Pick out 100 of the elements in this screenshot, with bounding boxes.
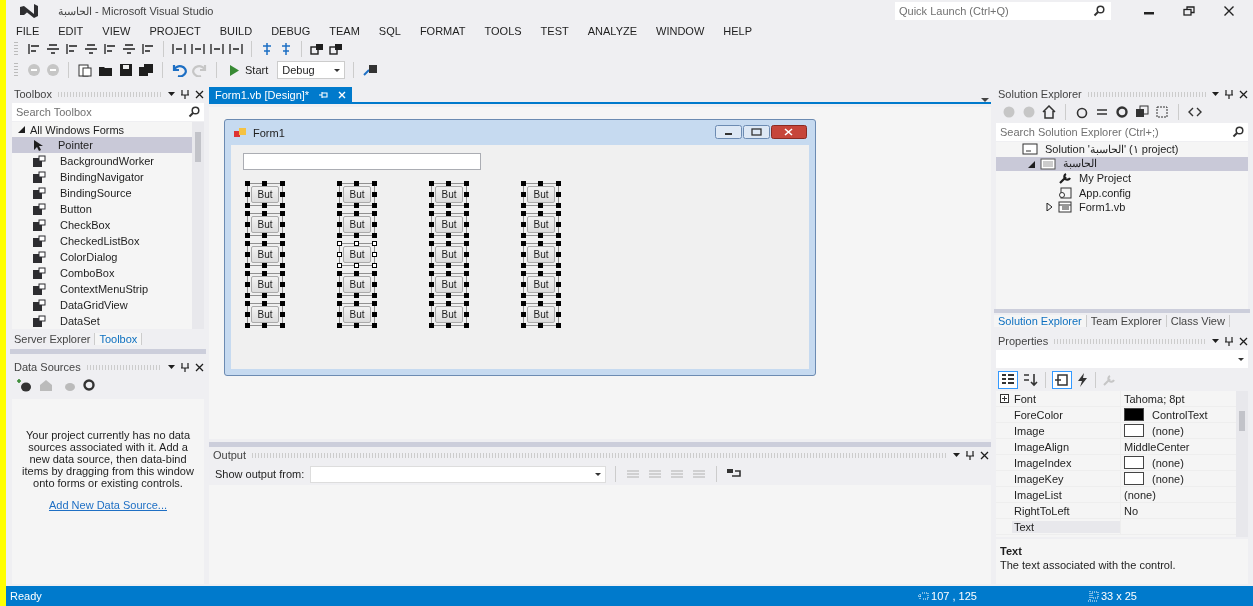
toolbox-item[interactable]: DataGridView	[12, 297, 192, 313]
tree-item[interactable]: My Project	[996, 171, 1248, 186]
property-name[interactable]: ImageAlign	[1012, 440, 1120, 453]
form-button[interactable]: But	[343, 276, 371, 293]
selection-handles[interactable]	[429, 241, 469, 268]
toolbox-item[interactable]: BindingSource	[12, 185, 192, 201]
close-icon[interactable]	[1223, 6, 1235, 16]
spacing-icon[interactable]	[172, 43, 186, 55]
center-icon[interactable]	[279, 43, 293, 55]
selection-handles[interactable]	[429, 211, 469, 238]
form-button[interactable]: But	[251, 276, 279, 293]
property-name[interactable]: ForeColor	[1012, 408, 1120, 421]
menu-item[interactable]: TOOLS	[484, 25, 532, 37]
form-button[interactable]: But	[527, 186, 555, 203]
configuration-dropdown[interactable]: Debug	[277, 61, 346, 79]
spacing-icon[interactable]	[210, 43, 224, 55]
layer-icon[interactable]	[310, 43, 324, 55]
menu-item[interactable]: TEAM	[329, 25, 370, 37]
panel-tab[interactable]: Toolbox	[95, 333, 143, 345]
form-button[interactable]: But	[435, 186, 463, 203]
menu-item[interactable]: PROJECT	[149, 25, 211, 37]
properties-icon[interactable]	[1052, 371, 1072, 389]
toolbox-group[interactable]: All Windows Forms	[30, 123, 125, 136]
expander-icon[interactable]	[1028, 159, 1035, 168]
toolbox-item[interactable]: Button	[12, 201, 192, 217]
center-icon[interactable]	[260, 43, 274, 55]
form-window[interactable]: Form1 But But But But But But But But But But But But But But But But But But But But	[224, 119, 816, 376]
panel-tab[interactable]: Class View	[1166, 314, 1230, 327]
new-project-icon[interactable]	[77, 63, 93, 77]
toolbox-item[interactable]: CheckedListBox	[12, 233, 192, 249]
selection-handles[interactable]	[337, 181, 377, 208]
selection-handles[interactable]	[521, 211, 561, 238]
selection-handles[interactable]	[429, 301, 469, 328]
menu-item[interactable]: WINDOW	[656, 25, 715, 37]
spacing-icon[interactable]	[191, 43, 205, 55]
categorized-icon[interactable]	[998, 371, 1018, 389]
selection-handles[interactable]	[521, 301, 561, 328]
form-button[interactable]: But	[343, 246, 371, 263]
selection-handles[interactable]	[245, 181, 285, 208]
menu-item[interactable]: TEST	[540, 25, 579, 37]
tree-item[interactable]: App.config	[996, 185, 1248, 200]
align-icon[interactable]	[27, 43, 41, 55]
align-icon[interactable]	[46, 43, 60, 55]
form-button[interactable]: But	[435, 246, 463, 263]
panel-controls-icon[interactable]	[1212, 89, 1248, 99]
align-icon[interactable]	[141, 43, 155, 55]
menu-item[interactable]: FORMAT	[419, 25, 476, 37]
history-icon[interactable]	[1075, 105, 1089, 119]
form-button[interactable]: But	[251, 216, 279, 233]
toolbox-item[interactable]: DataSet	[12, 313, 192, 329]
tree-item[interactable]: Solution 'الحاسبة' (١ project)	[996, 142, 1248, 157]
toolbox-item[interactable]: ComboBox	[12, 265, 192, 281]
selection-handles[interactable]	[337, 271, 377, 298]
expand-icon[interactable]	[999, 394, 1009, 403]
form-button[interactable]: But	[343, 216, 371, 233]
collapse-icon[interactable]	[1135, 105, 1149, 119]
undo-icon[interactable]	[171, 63, 187, 77]
add-database-icon[interactable]	[16, 378, 32, 392]
document-tab[interactable]: Form1.vb [Design]*	[209, 87, 353, 102]
form-button[interactable]: But	[251, 306, 279, 323]
form-button[interactable]: But	[527, 306, 555, 323]
form-button[interactable]: But	[435, 276, 463, 293]
form-button[interactable]: But	[343, 306, 371, 323]
property-name[interactable]: Image	[1012, 424, 1120, 437]
panel-controls-icon[interactable]	[168, 362, 204, 372]
property-name[interactable]: ImageIndex	[1012, 456, 1120, 469]
selection-handles[interactable]	[521, 271, 561, 298]
property-value[interactable]: (none)	[1120, 471, 1236, 486]
home-icon[interactable]	[1042, 105, 1056, 119]
menu-item[interactable]: FILE	[16, 25, 50, 37]
panel-tab[interactable]: Team Explorer	[1086, 314, 1167, 327]
spacing-icon[interactable]	[229, 43, 243, 55]
property-value[interactable]: (none)	[1120, 423, 1236, 438]
form-button[interactable]: But	[527, 276, 555, 293]
expander-icon[interactable]	[1046, 203, 1053, 212]
find-icon[interactable]	[362, 63, 379, 77]
property-value[interactable]: (none)	[1120, 455, 1236, 470]
tab-list-icon[interactable]	[981, 98, 989, 102]
panel-tab[interactable]: Solution Explorer	[994, 314, 1087, 327]
selection-handles[interactable]	[337, 211, 377, 238]
form-button[interactable]: But	[527, 216, 555, 233]
toolbox-item[interactable]: CheckBox	[12, 217, 192, 233]
menu-item[interactable]: EDIT	[58, 25, 94, 37]
toolbox-item[interactable]: ContextMenuStrip	[12, 281, 192, 297]
scrollbar[interactable]	[192, 122, 204, 329]
form-button[interactable]: But	[251, 246, 279, 263]
align-icon[interactable]	[122, 43, 136, 55]
form-button[interactable]: But	[435, 306, 463, 323]
panel-controls-icon[interactable]	[168, 89, 204, 99]
property-name[interactable]: ImageKey	[1012, 472, 1120, 485]
code-icon[interactable]	[1188, 105, 1202, 119]
selection-handles[interactable]	[245, 271, 285, 298]
selection-handles[interactable]	[521, 241, 561, 268]
refresh-icon[interactable]	[1115, 105, 1129, 119]
property-name[interactable]: RightToLeft	[1012, 504, 1120, 517]
start-button[interactable]: Start	[225, 64, 273, 76]
tree-item[interactable]: الحاسبة	[996, 156, 1248, 171]
align-icon[interactable]	[84, 43, 98, 55]
selection-handles[interactable]	[245, 241, 285, 268]
toolbox-item[interactable]: Pointer	[12, 137, 192, 153]
